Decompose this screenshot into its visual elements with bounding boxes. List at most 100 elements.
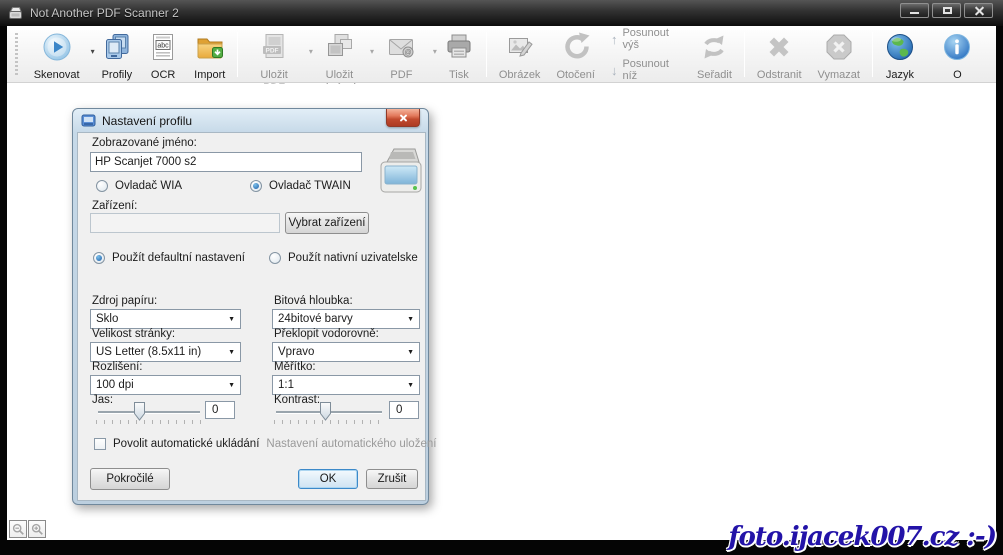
resolution-combobox[interactable]: 100 dpi ▼	[90, 375, 241, 395]
dialog-titlebar[interactable]: Nastavení profilu	[73, 109, 428, 132]
toolbar-button-save-pdf: PDF Uložit PDF ▾	[242, 29, 313, 94]
toolbar-label-scan: Skenovat	[33, 69, 80, 81]
toolbar-button-delete: Odstranit	[749, 29, 810, 81]
bit-depth-label: Bitová hloubka:	[274, 295, 353, 307]
scale-combobox[interactable]: 1:1 ▼	[272, 375, 420, 395]
combo-arrow-icon: ▼	[407, 349, 414, 356]
toolbar-label-profiles: Profily	[101, 69, 133, 81]
toolbar-button-language[interactable]: Jazyk	[877, 29, 923, 81]
advanced-button[interactable]: Pokročilé	[90, 468, 170, 490]
close-button[interactable]	[964, 3, 993, 18]
zoom-in-button[interactable]	[28, 520, 46, 538]
save-pdf-icon: PDF	[259, 32, 289, 67]
device-label: Zařízení:	[92, 200, 138, 212]
app-scanner-icon	[8, 6, 23, 21]
delete-x-icon	[764, 32, 794, 67]
bit-depth-combobox[interactable]: 24bitové barvy ▼	[272, 309, 420, 329]
dialog-title: Nastavení profilu	[102, 113, 193, 128]
combo-arrow-icon: ▼	[228, 349, 235, 356]
dialog-close-button[interactable]	[386, 109, 420, 127]
use-native-label: Použít nativní uzivatelske	[288, 252, 418, 264]
toolbar-button-scan[interactable]: Skenovat ▾	[26, 29, 95, 81]
paper-source-combobox[interactable]: Sklo ▼	[90, 309, 241, 329]
toolbar-button-save-images: Uložit obrázek ▾	[312, 29, 374, 94]
brightness-value-input[interactable]	[205, 401, 235, 419]
choose-device-button[interactable]: Vybrat zařízení	[285, 212, 369, 234]
brightness-label: Jas:	[92, 394, 114, 406]
driver-wia-label: Ovladač WIA	[115, 180, 183, 192]
toolbar-label-language: Jazyk	[885, 69, 914, 81]
toolbar-label-print: Tisk	[448, 69, 469, 81]
display-name-input[interactable]	[90, 152, 362, 172]
minimize-icon	[910, 12, 919, 14]
toolbar-label-move-down: Posunout níž	[622, 58, 669, 82]
toolbar-label-clear: Vymazat	[817, 69, 860, 81]
contrast-value-input[interactable]	[389, 401, 419, 419]
toolbar-separator	[871, 32, 873, 77]
radio-native-icon[interactable]	[269, 252, 281, 264]
use-native-option[interactable]: Použít nativní uzivatelske	[269, 252, 418, 264]
use-default-option[interactable]: Použít defaultní nastavení	[93, 252, 245, 264]
use-default-label: Použít defaultní nastavení	[112, 252, 245, 264]
combo-arrow-icon: ▼	[228, 316, 235, 323]
toolbar-button-image: Obrázek	[491, 29, 549, 81]
ok-button[interactable]: OK	[298, 469, 358, 489]
toolbar-button-profiles[interactable]: Profily	[94, 29, 141, 81]
toolbar-button-print: Tisk	[436, 29, 482, 81]
brightness-slider-track[interactable]	[98, 411, 200, 413]
zoom-out-icon	[12, 523, 24, 535]
toolbar-button-import[interactable]: Import	[186, 29, 233, 81]
profiles-icon	[102, 32, 132, 67]
toolbar-button-about[interactable]: O programu	[923, 29, 992, 94]
toolbar-label-delete: Odstranit	[756, 69, 802, 81]
combo-arrow-icon: ▼	[228, 382, 235, 389]
image-edit-icon	[505, 32, 535, 67]
rotate-icon	[561, 32, 591, 67]
toolbar-label-image: Obrázek	[498, 69, 541, 81]
combo-arrow-icon: ▼	[407, 382, 414, 389]
svg-text:abc: abc	[158, 42, 170, 49]
toolbar-separator	[237, 32, 239, 77]
toolbar-button-move-up: ↑ Posunout výš	[611, 27, 681, 51]
flip-horizontal-combobox[interactable]: Vpravo ▼	[272, 342, 420, 362]
clear-octagon-icon	[824, 32, 854, 67]
minimize-button[interactable]	[900, 3, 929, 18]
driver-twain-option[interactable]: Ovladač TWAIN	[250, 180, 351, 192]
brightness-slider-ticks	[96, 420, 202, 424]
auto-save-label: Povolit automatické ukládání	[113, 438, 260, 450]
cancel-button[interactable]: Zrušit	[366, 469, 418, 489]
flip-horizontal-label: Překlopit vodorovně:	[274, 328, 379, 340]
print-icon	[444, 32, 474, 67]
dialog-profile-icon	[81, 113, 96, 128]
toolbar-label-rotate: Otočení	[556, 69, 595, 81]
toolbar-label-import: Import	[194, 69, 226, 81]
toolbar-button-reorder: Seřadit	[689, 29, 740, 81]
toolbar-label-ocr: OCR	[150, 69, 176, 81]
driver-wia-option[interactable]: Ovladač WIA	[96, 180, 182, 192]
radio-twain-icon[interactable]	[250, 180, 262, 192]
import-folder-icon	[195, 32, 225, 67]
svg-text:@: @	[405, 50, 412, 57]
combo-arrow-icon: ▼	[407, 316, 414, 323]
toolbar-separator	[743, 32, 745, 77]
auto-save-row: Povolit automatické ukládání Nastavení a…	[94, 438, 436, 450]
toolbar-button-email-pdf: @ PDF e-mailem ▾	[373, 29, 437, 106]
window-titlebar[interactable]: Not Another PDF Scanner 2	[0, 0, 1003, 26]
toolbar-grip	[15, 32, 18, 77]
scanner-image-icon	[377, 146, 425, 203]
scan-icon	[42, 32, 72, 67]
maximize-button[interactable]	[932, 3, 961, 18]
zoom-out-button[interactable]	[9, 520, 27, 538]
display-name-label: Zobrazované jméno:	[92, 137, 197, 149]
reorder-sync-icon	[699, 32, 729, 67]
page-size-combobox[interactable]: US Letter (8.5x11 in) ▼	[90, 342, 241, 362]
toolbar-label-reorder: Seřadit	[697, 69, 732, 81]
radio-wia-icon[interactable]	[96, 180, 108, 192]
profile-settings-dialog: Nastavení profilu Zobrazované jméno: Ovl…	[72, 108, 436, 505]
move-down-arrow-icon: ↓	[610, 62, 618, 78]
auto-save-checkbox[interactable]	[94, 438, 106, 450]
photo-watermark: foto.ijacek007.cz :-)	[728, 522, 997, 552]
radio-default-icon[interactable]	[93, 252, 105, 264]
email-pdf-icon: @	[386, 32, 416, 67]
toolbar-button-ocr[interactable]: abc OCR	[140, 29, 186, 81]
